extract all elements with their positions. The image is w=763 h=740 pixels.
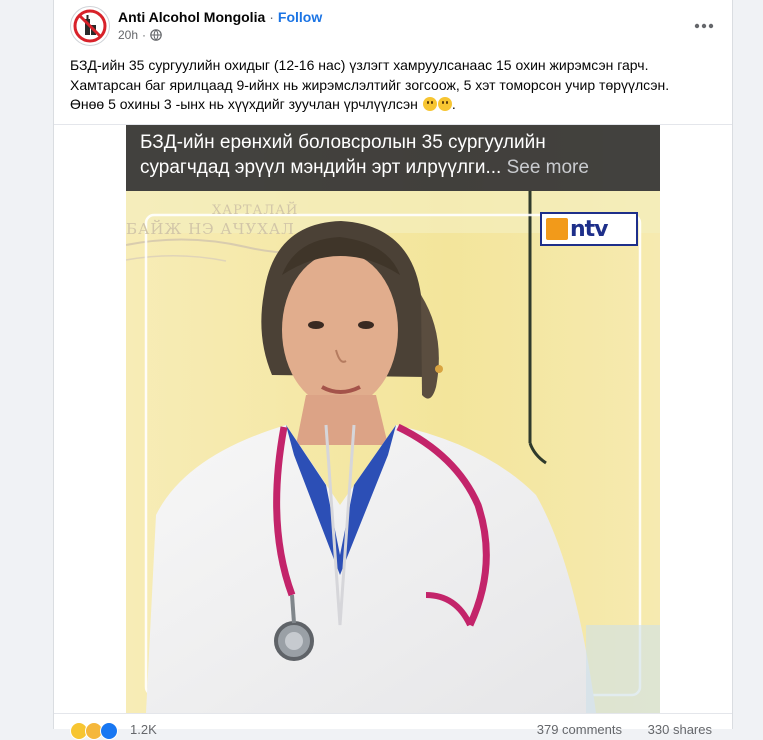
meta-separator: · [142, 28, 147, 42]
wall-lettering: ХАРТАЛАЙ [212, 203, 299, 218]
author-line: Anti Alcohol Mongolia · Follow [118, 8, 322, 26]
post-meta: 20h · [118, 27, 162, 43]
video-caption[interactable]: БЗД-ийн ерөнхий боловсролын 35 сургуулий… [126, 125, 660, 191]
channel-logo-square-icon [546, 218, 568, 240]
post-media: БАЙЖ НЭ АЧУХАЛ ХАРТАЛАЙ БЗД-ийн ерөнхий … [54, 124, 732, 713]
globe-icon [150, 29, 162, 41]
follow-button[interactable]: Follow [278, 9, 322, 25]
sad-face-emoji-icon [437, 97, 452, 111]
author-name[interactable]: Anti Alcohol Mongolia [118, 9, 265, 25]
channel-logo: ntv [540, 212, 638, 246]
no-alcohol-logo-icon [73, 9, 107, 43]
post-header: Anti Alcohol Mongolia · Follow 20h · [54, 0, 732, 52]
post-text-line: Өнөө 5 охины 3 -ынх нь хүүхдийг зуучлан … [70, 95, 720, 115]
post-card: Anti Alcohol Mongolia · Follow 20h · БЗД-и… [53, 0, 733, 740]
shares-count[interactable]: 330 shares [648, 722, 712, 737]
flushed-face-emoji-icon [422, 97, 437, 111]
caption-line-1: БЗД-ийн ерөнхий боловсролын 35 сургуулий… [140, 132, 546, 153]
post-text-line-3: Өнөө 5 охины 3 -ынх нь хүүхдийг зуучлан … [70, 96, 418, 112]
like-reaction-icon [100, 722, 118, 740]
post-body-text: БЗД-ийн 35 сургуулийн охидыг (12-16 нас)… [70, 56, 720, 115]
caption-line-2: сурагчдад эрүүл мэндийн эрт илрүүлги... [140, 157, 502, 178]
more-horizontal-icon [694, 23, 714, 29]
post-timestamp[interactable]: 20h [118, 27, 138, 43]
reaction-count[interactable]: 1.2K [130, 722, 157, 737]
wall-lettering: БАЙЖ НЭ АЧУХАЛ [126, 220, 295, 238]
comments-count[interactable]: 379 comments [537, 722, 622, 737]
video-player[interactable]: БАЙЖ НЭ АЧУХАЛ ХАРТАЛАЙ БЗД-ийн ерөнхий … [126, 125, 660, 713]
reaction-summary-bar: 1.2K 379 comments 330 shares [54, 713, 732, 740]
post-text-line: Хамтарсан баг ярилцаад 9-ийнх нь жирэмсл… [70, 76, 670, 93]
separator-dot: · [269, 9, 274, 25]
channel-logo-text: ntv [570, 216, 609, 242]
reaction-icons[interactable] [70, 722, 118, 740]
post-text-line: БЗД-ийн 35 сургуулийн охидыг (12-16 нас)… [70, 57, 649, 73]
more-options-button[interactable] [690, 12, 718, 40]
page-avatar[interactable] [70, 6, 110, 46]
post-text-end: . [451, 96, 456, 112]
see-more-link[interactable]: See more [507, 157, 589, 178]
